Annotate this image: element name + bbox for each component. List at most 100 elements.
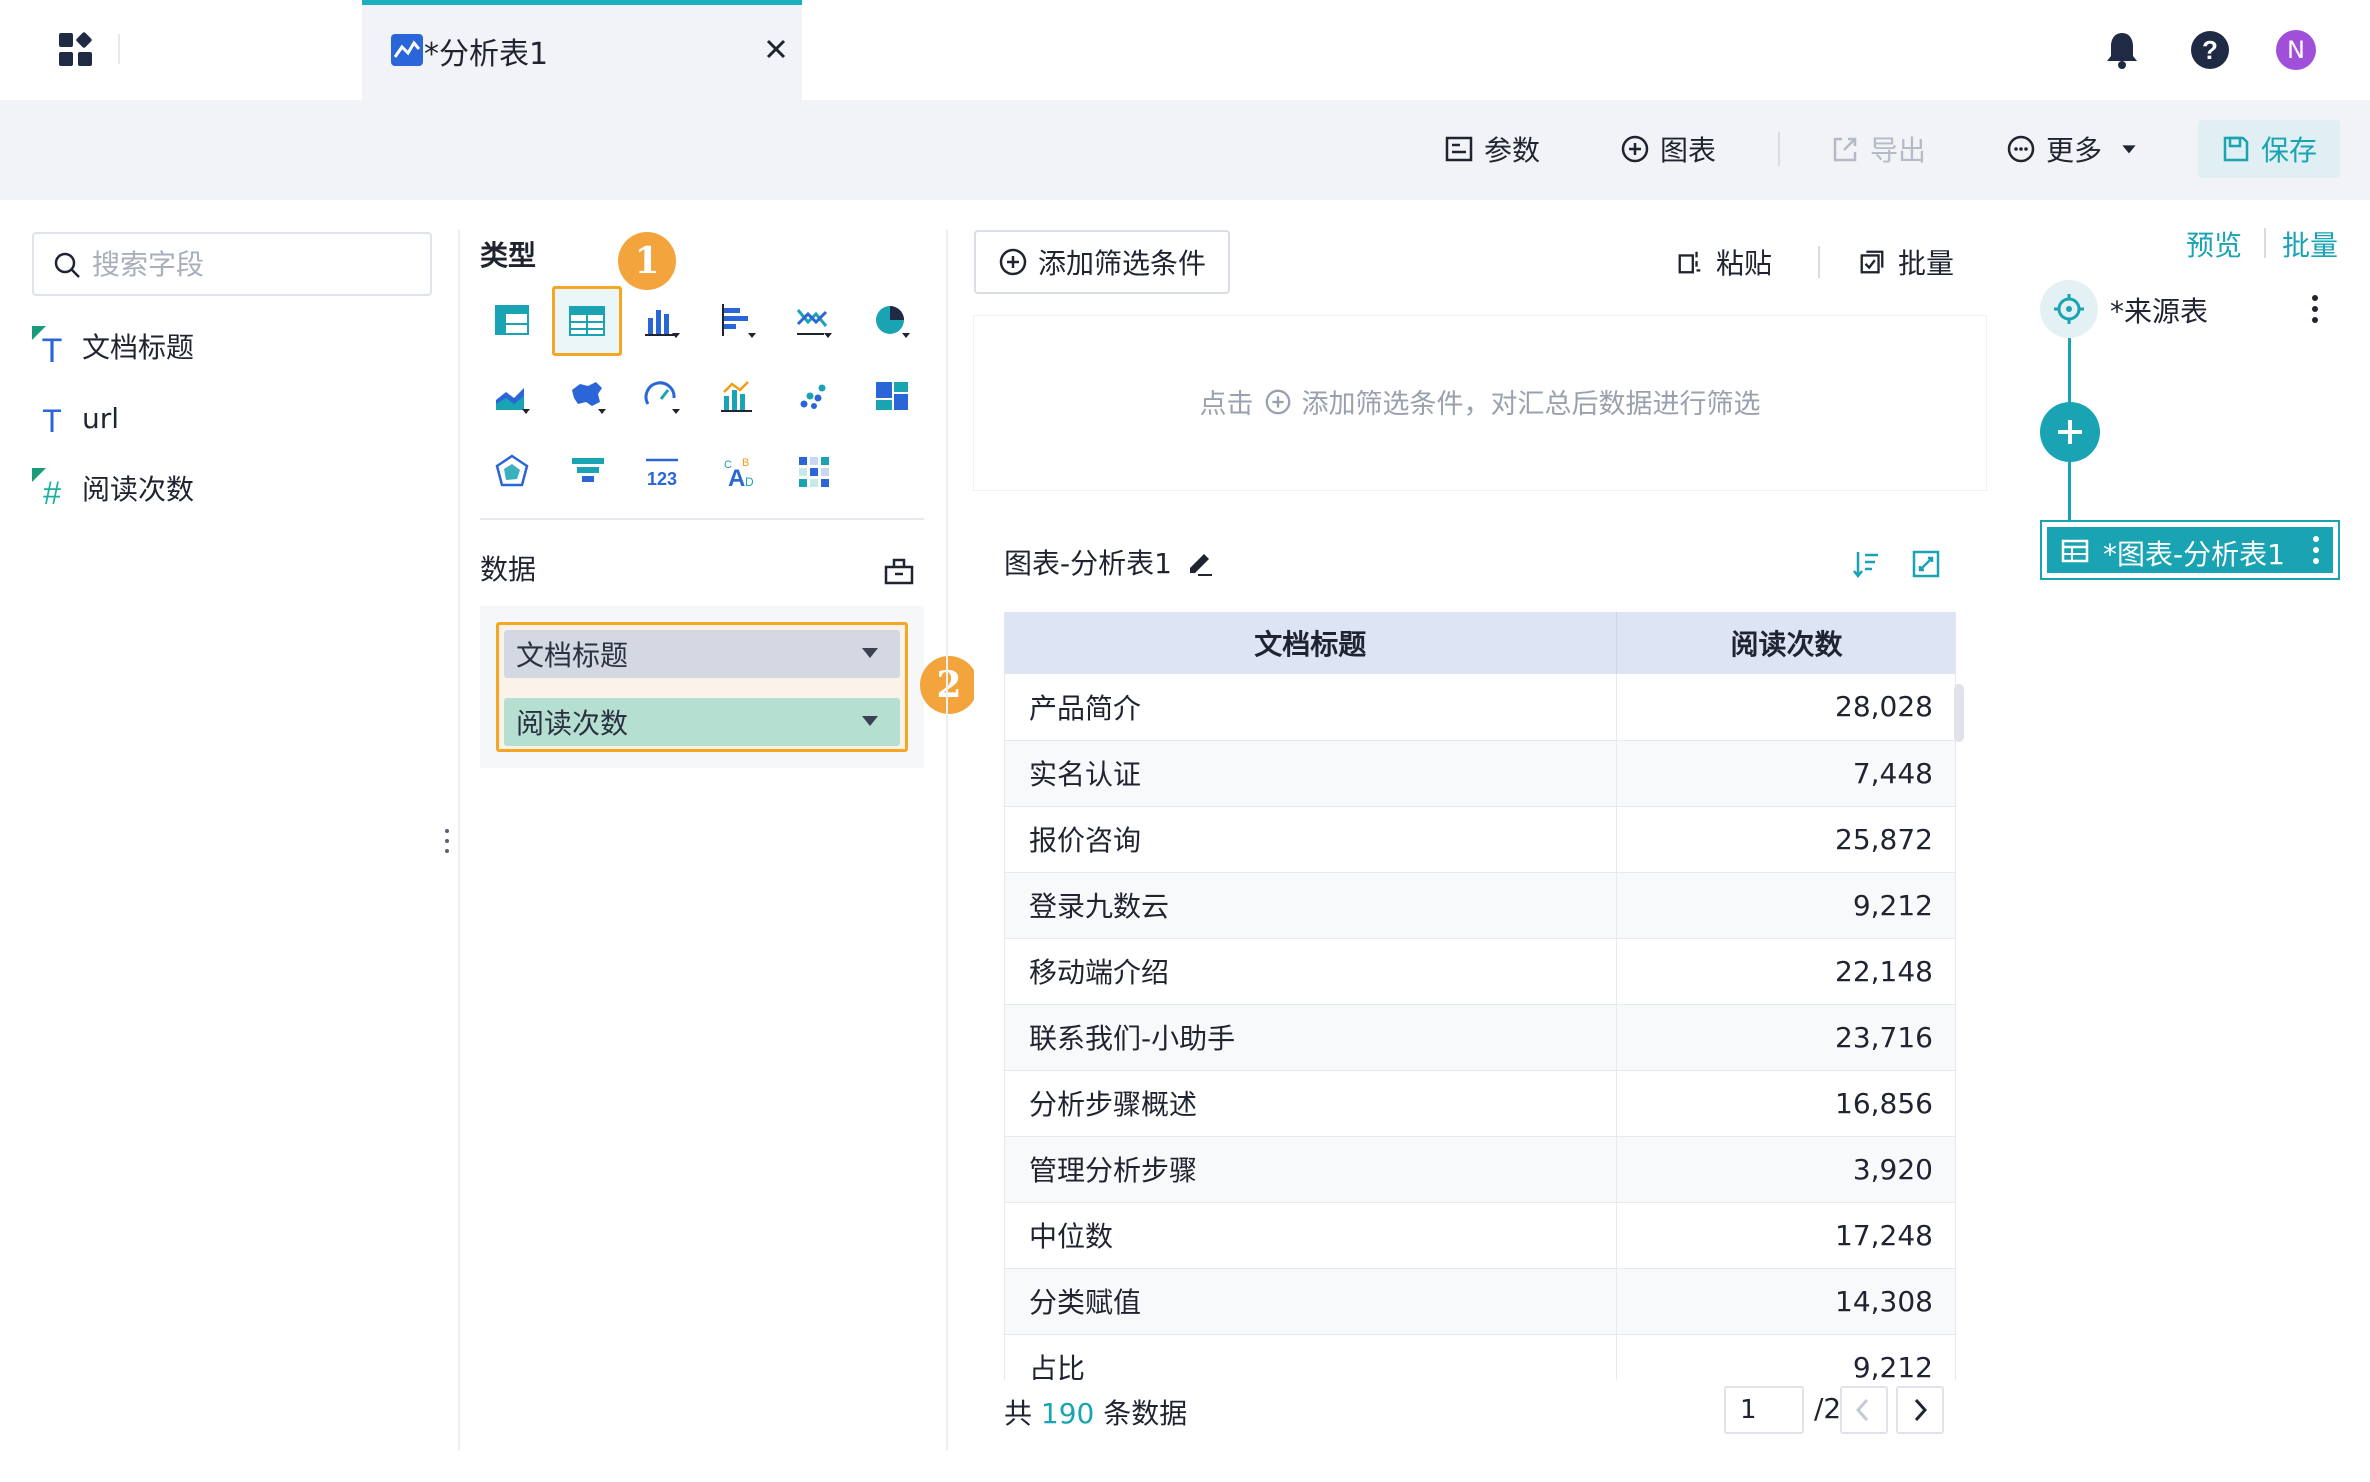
save-icon bbox=[2223, 136, 2249, 162]
table-row[interactable]: 实名认证 7,448 bbox=[1005, 740, 1955, 807]
tab-analysis-table[interactable]: *分析表1 bbox=[362, 0, 802, 100]
divider bbox=[118, 34, 120, 64]
preview-link[interactable]: 预览 bbox=[2186, 224, 2242, 264]
table-row[interactable]: 报价咨询 25,872 bbox=[1005, 806, 1955, 873]
prev-page-button[interactable] bbox=[1840, 1386, 1888, 1434]
gauge-chart-icon[interactable] bbox=[632, 366, 692, 426]
column-chart-icon[interactable] bbox=[632, 290, 692, 350]
notification-bell-icon[interactable] bbox=[2104, 30, 2140, 70]
plus-circle-icon[interactable] bbox=[1264, 388, 1292, 416]
add-step-button[interactable] bbox=[2040, 402, 2100, 462]
caret-down-icon bbox=[862, 716, 878, 726]
save-button[interactable]: 保存 bbox=[2198, 120, 2340, 178]
table-row[interactable]: 产品简介 28,028 bbox=[1005, 674, 1955, 741]
svg-text:A: A bbox=[728, 465, 745, 492]
field-item-read-count[interactable]: # 阅读次数 bbox=[32, 466, 194, 510]
page-number-input[interactable] bbox=[1724, 1386, 1804, 1434]
cell-read-count: 14,308 bbox=[1615, 1268, 1955, 1335]
apps-grid-icon[interactable] bbox=[56, 30, 96, 70]
table-row[interactable]: 分类赋值 14,308 bbox=[1005, 1268, 1955, 1335]
batch-filter-button[interactable]: 批量 bbox=[1858, 240, 1954, 284]
row-count-prefix: 共 bbox=[1004, 1397, 1033, 1430]
search-icon bbox=[54, 252, 80, 278]
more-circle-icon bbox=[2007, 135, 2035, 163]
table-row[interactable]: 管理分析步骤 3,920 bbox=[1005, 1136, 1955, 1203]
toolbar: 参数 图表 导出 更多 保存 bbox=[0, 100, 2370, 200]
cell-read-count: 22,148 bbox=[1615, 938, 1955, 1005]
measure-label: 阅读次数 bbox=[516, 707, 629, 740]
chart-title: 图表-分析表1 bbox=[1004, 547, 1172, 580]
detail-table-icon[interactable] bbox=[552, 286, 622, 356]
chart-card: 图表-分析表1 文档标题 阅读次数 产品简介 28,028 实名认证 7,448… bbox=[974, 520, 1986, 1448]
map-chart-icon[interactable] bbox=[558, 366, 618, 426]
paste-label: 粘贴 bbox=[1716, 247, 1773, 280]
chevron-left-icon bbox=[1855, 1398, 1869, 1422]
field-item-doc-title[interactable]: T 文档标题 bbox=[32, 324, 194, 368]
panel-divider bbox=[458, 230, 460, 1450]
table-row[interactable]: 联系我们-小助手 23,716 bbox=[1005, 1004, 1955, 1071]
field-item-url[interactable]: T url bbox=[32, 396, 119, 440]
fullscreen-icon[interactable] bbox=[1910, 548, 1942, 580]
add-filter-button[interactable]: 添加筛选条件 bbox=[974, 230, 1230, 294]
export-button[interactable]: 导出 bbox=[1830, 124, 1926, 174]
funnel-chart-icon[interactable] bbox=[558, 442, 618, 502]
paste-button[interactable]: 粘贴 bbox=[1676, 240, 1772, 284]
kpi-number-icon[interactable]: 123 bbox=[632, 442, 692, 502]
batch-check-icon bbox=[1860, 250, 1884, 274]
more-vertical-icon[interactable] bbox=[2303, 533, 2329, 567]
table-row[interactable]: 移动端介绍 22,148 bbox=[1005, 938, 1955, 1005]
cell-read-count: 16,856 bbox=[1615, 1070, 1955, 1137]
column-header-doc-title[interactable]: 文档标题 bbox=[1005, 612, 1617, 674]
step-badge-2: 2 bbox=[920, 656, 978, 714]
more-menu-button[interactable]: 更多 bbox=[2006, 124, 2140, 174]
search-input[interactable] bbox=[92, 242, 412, 286]
pivot-table-icon[interactable] bbox=[482, 290, 542, 350]
batch-link[interactable]: 批量 bbox=[2282, 224, 2338, 264]
heatmap-chart-icon[interactable] bbox=[784, 442, 844, 502]
cell-read-count: 23,716 bbox=[1615, 1004, 1955, 1071]
measure-pill[interactable]: 阅读次数 bbox=[504, 698, 900, 746]
clear-data-icon[interactable] bbox=[882, 554, 916, 588]
source-table-node[interactable]: *来源表 bbox=[2040, 280, 2340, 338]
resize-handle[interactable] bbox=[440, 826, 454, 856]
chart-analysis-node[interactable]: *图表-分析表1 bbox=[2040, 520, 2340, 580]
params-button[interactable]: 参数 bbox=[1444, 124, 1540, 174]
plus-icon bbox=[2058, 420, 2082, 444]
table-row[interactable]: 中位数 17,248 bbox=[1005, 1202, 1955, 1269]
pie-chart-icon[interactable] bbox=[862, 290, 922, 350]
cell-doc-title: 管理分析步骤 bbox=[1005, 1136, 1616, 1203]
scatter-chart-icon[interactable] bbox=[784, 366, 844, 426]
plus-circle-icon bbox=[1621, 135, 1649, 163]
add-chart-button[interactable]: 图表 bbox=[1620, 124, 1716, 174]
close-icon[interactable] bbox=[762, 35, 790, 63]
bar-chart-icon[interactable] bbox=[708, 290, 768, 350]
line-chart-icon[interactable] bbox=[784, 290, 844, 350]
save-label: 保存 bbox=[2260, 134, 2317, 167]
combo-chart-icon[interactable] bbox=[708, 366, 768, 426]
cell-doc-title: 实名认证 bbox=[1005, 740, 1616, 807]
table-icon bbox=[2061, 537, 2089, 565]
sort-icon[interactable] bbox=[1850, 548, 1882, 580]
target-icon bbox=[2040, 280, 2098, 338]
cell-doc-title: 移动端介绍 bbox=[1005, 938, 1616, 1005]
export-label: 导出 bbox=[1870, 134, 1927, 167]
column-header-read-count[interactable]: 阅读次数 bbox=[1616, 612, 1955, 674]
cell-doc-title: 联系我们-小助手 bbox=[1005, 1004, 1616, 1071]
table-row[interactable]: 占比 9,212 bbox=[1005, 1334, 1955, 1380]
edit-title-icon[interactable] bbox=[1184, 546, 1216, 578]
help-icon[interactable]: ? bbox=[2190, 30, 2230, 70]
next-page-button[interactable] bbox=[1896, 1386, 1944, 1434]
avatar[interactable]: N bbox=[2276, 30, 2316, 70]
treemap-chart-icon[interactable] bbox=[862, 366, 922, 426]
more-vertical-icon[interactable] bbox=[2300, 292, 2330, 326]
area-chart-icon[interactable] bbox=[482, 366, 542, 426]
table-row[interactable]: 分析步骤概述 16,856 bbox=[1005, 1070, 1955, 1137]
radar-chart-icon[interactable] bbox=[482, 442, 542, 502]
table-scrollbar[interactable] bbox=[1954, 684, 1964, 742]
table-row[interactable]: 登录九数云 9,212 bbox=[1005, 872, 1955, 939]
chart-type-heading: 类型 bbox=[480, 239, 537, 272]
svg-text:#: # bbox=[43, 475, 61, 508]
dimension-pill[interactable]: 文档标题 bbox=[504, 630, 900, 678]
word-cloud-icon[interactable]: CABD bbox=[708, 442, 768, 502]
params-icon bbox=[1445, 136, 1473, 162]
